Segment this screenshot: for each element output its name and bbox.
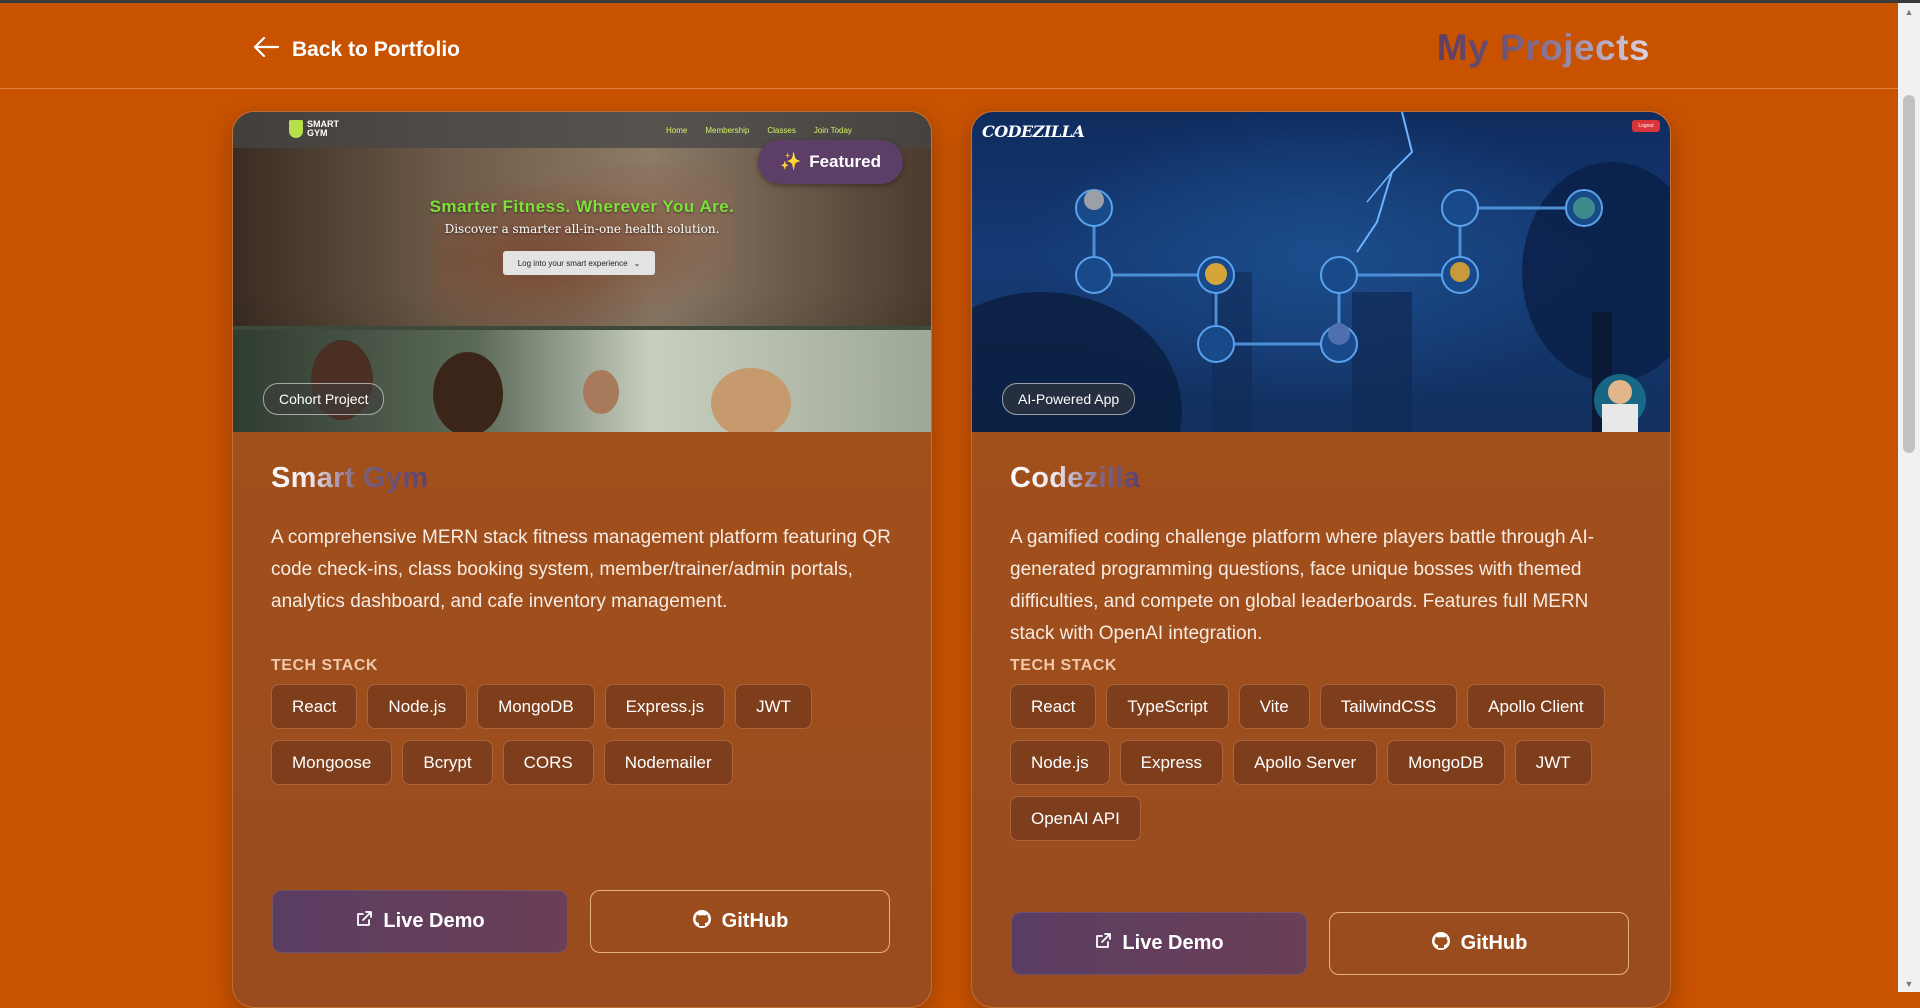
github-label: GitHub xyxy=(1460,932,1528,954)
tech-tag: OpenAI API xyxy=(1010,796,1141,841)
live-demo-label: Live Demo xyxy=(383,910,485,932)
live-demo-label: Live Demo xyxy=(1122,932,1224,954)
person-photo xyxy=(583,370,619,414)
tech-tag: React xyxy=(1010,684,1097,729)
project-screenshot: CODEZILLA Logout AI-Powered App xyxy=(972,112,1670,432)
back-to-portfolio-link[interactable]: Back to Portfolio xyxy=(252,33,460,67)
nav-join-today: Join Today xyxy=(813,126,852,135)
scroll-down-arrow-icon[interactable]: ▼ xyxy=(1898,975,1920,992)
tech-tag: MongoDB xyxy=(1387,740,1505,785)
vertical-scrollbar[interactable]: ▲ ▼ xyxy=(1898,3,1920,992)
tech-tag: JWT xyxy=(735,684,813,729)
github-label: GitHub xyxy=(721,910,789,932)
github-button[interactable]: GitHub xyxy=(1329,912,1629,975)
project-card-codezilla: CODEZILLA Logout AI-Powered App Codezill… xyxy=(971,111,1671,1008)
back-label: Back to Portfolio xyxy=(292,38,461,61)
github-button[interactable]: GitHub xyxy=(590,890,890,953)
shield-logo-icon xyxy=(289,120,303,138)
tech-tag: MongoDB xyxy=(477,684,595,729)
project-description: A comprehensive MERN stack fitness manag… xyxy=(271,527,891,612)
codezilla-logo: CODEZILLA xyxy=(982,122,1085,141)
screenshot-headline: Smarter Fitness. Wherever You Are. xyxy=(429,197,735,216)
person-photo xyxy=(433,352,503,432)
tech-tag: Apollo Server xyxy=(1233,740,1378,785)
tech-tag: CORS xyxy=(502,740,594,785)
workout-photo xyxy=(433,162,733,327)
scroll-up-arrow-icon[interactable]: ▲ xyxy=(1898,3,1920,20)
tech-tag: TypeScript xyxy=(1106,684,1229,729)
tech-tag: React xyxy=(271,684,358,729)
featured-label: Featured xyxy=(809,152,881,171)
nav-membership: Membership xyxy=(705,126,750,135)
screenshot-cta: Log into your smart experience ⌄ xyxy=(503,251,655,275)
page-header: Back to Portfolio My Projects xyxy=(0,3,1898,89)
category-pill: Cohort Project xyxy=(263,383,385,415)
tech-tag: TailwindCSS xyxy=(1319,684,1458,729)
external-link-icon xyxy=(1094,932,1112,956)
project-description: A gamified coding challenge platform whe… xyxy=(1010,527,1595,644)
screenshot-nav-links: Home Membership Classes Join Today xyxy=(666,126,852,135)
nav-classes: Classes xyxy=(767,126,796,135)
tech-tags: React Node.js MongoDB Express.js JWT Mon… xyxy=(271,684,911,785)
category-pill: AI-Powered App xyxy=(1002,383,1136,415)
tech-tag: Express xyxy=(1119,740,1224,785)
live-demo-button[interactable]: Live Demo xyxy=(1011,912,1307,975)
chevron-down-icon: ⌄ xyxy=(633,258,641,268)
team-photo xyxy=(233,326,931,432)
github-icon xyxy=(692,909,712,935)
tech-tag: Node.js xyxy=(1010,740,1110,785)
tech-stack-label: TECH STACK xyxy=(1010,657,1117,674)
sparkles-icon: ✨ xyxy=(780,152,802,171)
tech-tag: Mongoose xyxy=(271,740,393,785)
project-title: Smart Gym xyxy=(271,462,429,494)
arrow-left-icon xyxy=(252,35,280,65)
tech-tag: Nodemailer xyxy=(603,740,733,785)
person-photo xyxy=(711,368,791,432)
screenshot-logout: Logout xyxy=(1632,120,1660,132)
screenshot-subheadline: Discover a smarter all-in-one health sol… xyxy=(444,222,720,236)
tech-tags: React TypeScript Vite TailwindCSS Apollo… xyxy=(1010,684,1650,841)
tech-tag: JWT xyxy=(1514,740,1592,785)
project-title: Codezilla xyxy=(1010,462,1140,494)
external-link-icon xyxy=(355,910,373,934)
tech-stack-label: TECH STACK xyxy=(271,657,378,674)
live-demo-button[interactable]: Live Demo xyxy=(272,890,568,953)
featured-badge: ✨ Featured xyxy=(758,140,903,184)
project-card-smart-gym: SMART GYM Home Membership Classes Join T… xyxy=(232,111,932,1008)
nav-home: Home xyxy=(666,126,688,135)
smart-gym-logo: SMART GYM xyxy=(289,120,343,138)
project-screenshot: SMART GYM Home Membership Classes Join T… xyxy=(233,112,931,432)
scrollbar-thumb[interactable] xyxy=(1903,95,1915,453)
github-icon xyxy=(1431,931,1451,957)
tech-tag: Node.js xyxy=(367,684,468,729)
cta-label: Log into your smart experience xyxy=(517,258,628,268)
page-title: My Projects xyxy=(1436,27,1650,68)
logo-text: SMART GYM xyxy=(307,119,339,138)
tech-tag: Apollo Client xyxy=(1467,684,1605,729)
tech-tag: Bcrypt xyxy=(402,740,493,785)
tech-tag: Express.js xyxy=(604,684,726,729)
tech-tag: Vite xyxy=(1238,684,1310,729)
